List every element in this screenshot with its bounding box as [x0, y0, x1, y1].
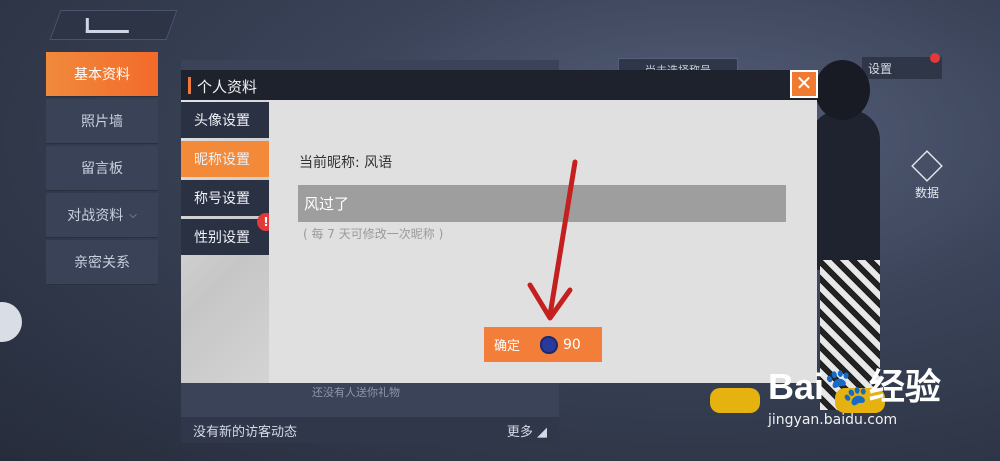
more-link[interactable]: 更多 ◢ [507, 421, 547, 440]
chevron-down-icon: ⌵ [129, 209, 137, 221]
tab-nickname-settings[interactable]: 昵称设置 [181, 141, 276, 177]
character-shoe [710, 388, 760, 413]
tab-gender-settings[interactable]: 性别设置 ! [181, 213, 275, 255]
red-arrow-annotation [527, 159, 578, 321]
current-nickname: 当前昵称: 风语 [299, 155, 393, 171]
watermark-logo: Bai🐾经验 [768, 366, 941, 407]
tab-avatar-settings[interactable]: 头像设置 [181, 102, 269, 138]
left-nav: 基本资料 照片墙 留言板 对战资料 ⌵ 亲密关系 [46, 52, 158, 287]
tab-title-settings[interactable]: 称号设置 [181, 180, 269, 216]
back-icon [85, 18, 129, 33]
nav-item-message-board[interactable]: 留言板 [46, 146, 158, 191]
nav-item-battle-data[interactable]: 对战资料 ⌵ [46, 193, 158, 238]
no-gift-text: 还没有人送你礼物 [312, 386, 400, 399]
nav-item-basic-info[interactable]: 基本资料 [46, 52, 158, 97]
close-icon: ✕ [795, 71, 813, 95]
character-head [815, 60, 870, 120]
dialog-header: 个人资料 ✕ [181, 70, 818, 100]
nickname-hint: ( 每 7 天可修改一次昵称 ) [303, 227, 444, 241]
dialog-title: 个人资料 [197, 78, 258, 96]
nav-item-photo-wall[interactable]: 照片墙 [46, 99, 158, 144]
baidu-jingyan-watermark: Bai🐾经验 jingyan.baidu.com [768, 358, 941, 428]
back-button[interactable] [49, 10, 178, 40]
close-button[interactable]: ✕ [790, 70, 818, 98]
visitor-status: 没有新的访客动态 [193, 424, 298, 440]
visitor-bar: 没有新的访客动态 更多 ◢ [181, 417, 559, 443]
character-body [810, 110, 880, 270]
nav-item-relationship[interactable]: 亲密关系 [46, 240, 158, 285]
profile-dialog: 个人资料 ✕ 头像设置 昵称设置 称号设置 性别设置 ! 当前昵称: 风语 风过… [181, 70, 818, 383]
title-accent [188, 77, 191, 94]
dialog-sidebar: 头像设置 昵称设置 称号设置 性别设置 ! [181, 100, 276, 383]
watermark-url: jingyan.baidu.com [768, 412, 898, 428]
